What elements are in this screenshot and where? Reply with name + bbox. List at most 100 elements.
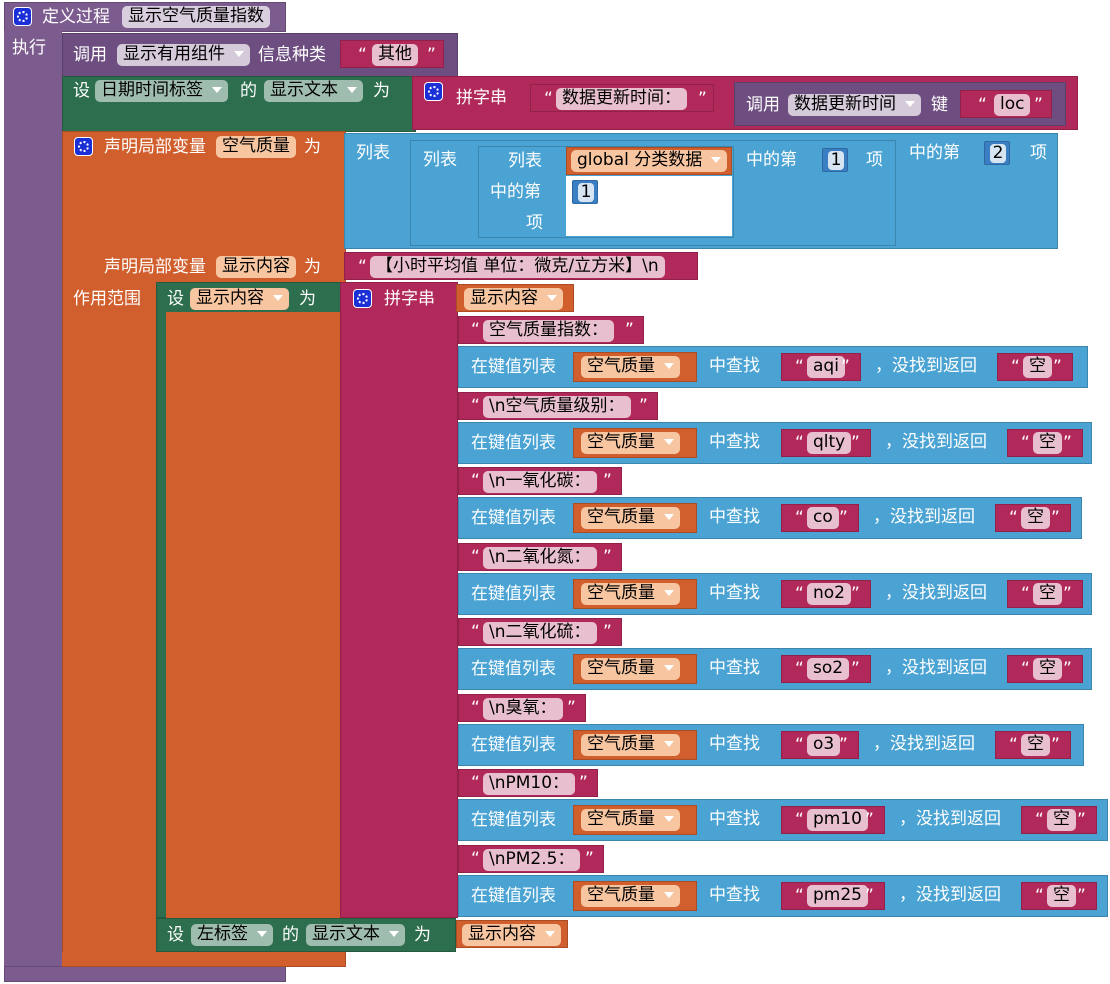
default-string-text[interactable]: 空 xyxy=(1047,884,1076,907)
inner-index-label: 中的第 xyxy=(490,182,541,202)
mid-index-value[interactable]: 1 xyxy=(828,151,844,170)
quote-close: ” xyxy=(625,320,634,340)
text-literal-block[interactable]: “\n二氧化硫： ” xyxy=(458,618,622,646)
dict-var-dropdown[interactable]: 空气质量 xyxy=(581,884,680,907)
text-literal-block[interactable]: “\n臭氧：” xyxy=(458,693,586,722)
dict-var-dropdown[interactable]: 空气质量 xyxy=(581,507,680,529)
call-time-dropdown[interactable]: 数据更新时间 xyxy=(788,94,921,116)
quote-open: “ xyxy=(978,95,987,115)
init-string-text[interactable]: 【小时平均值 单位：微克/立方米】\n xyxy=(370,256,665,278)
join-label: 拼字串 xyxy=(456,88,507,108)
text-literal-value[interactable]: \n臭氧： xyxy=(483,697,563,720)
text-literal-value[interactable]: \n空气质量级别： xyxy=(483,395,631,418)
text-literal-value[interactable]: \n二氧化硫： xyxy=(483,622,597,644)
quote-open: “ xyxy=(795,432,804,453)
dict-var-dropdown[interactable]: 空气质量 xyxy=(581,809,680,831)
global-var-dropdown[interactable]: global 分类数据 xyxy=(571,150,728,172)
final-component-dropdown[interactable]: 左标签 xyxy=(191,924,273,946)
dict-var-dropdown[interactable]: 空气质量 xyxy=(581,431,680,454)
quote-close: ” xyxy=(1063,432,1072,453)
key-string-text[interactable]: aqi xyxy=(807,356,845,378)
quote-close: ” xyxy=(851,432,860,453)
text-literal-value[interactable]: 空气质量指数： xyxy=(483,320,614,342)
procedure-gear-icon[interactable] xyxy=(13,7,32,26)
join-gear-icon[interactable] xyxy=(424,82,443,101)
quote-open: “ xyxy=(471,320,480,340)
outer-index-value[interactable]: 2 xyxy=(990,144,1006,163)
lookup-in-pairs-block[interactable]: 在键值列表 空气质量 中查找 “pm10” ，没找到返回 “空” xyxy=(458,799,1108,841)
outer-item-label: 项 xyxy=(1030,143,1047,163)
text-literal-value[interactable]: \nPM10： xyxy=(483,773,576,795)
key-string-text[interactable]: so2 xyxy=(807,658,850,680)
quote-close: ” xyxy=(1053,357,1062,377)
key-string-text[interactable]: co xyxy=(807,507,839,529)
default-string-text[interactable]: 空 xyxy=(1021,733,1050,756)
dict-var-dropdown[interactable]: 空气质量 xyxy=(581,658,680,680)
join-display-gear-icon[interactable] xyxy=(353,289,372,308)
final-value-dropdown[interactable]: 显示内容 xyxy=(462,924,561,946)
time-string-text[interactable]: 数据更新时间： xyxy=(556,88,687,110)
local-var-bottom xyxy=(62,952,344,966)
default-string-text[interactable]: 空 xyxy=(1023,356,1052,378)
key-string-text[interactable]: no2 xyxy=(807,582,851,605)
text-literal-value[interactable]: \n一氧化碳： xyxy=(483,471,597,493)
default-string-text[interactable]: 空 xyxy=(1047,809,1076,831)
list-label-mid: 列表 xyxy=(423,150,457,170)
text-literal-block[interactable]: “\n二氧化氮： ” xyxy=(458,542,622,571)
mid-item-label: 项 xyxy=(866,150,883,170)
not-found-label: ，没找到返回 xyxy=(899,809,1001,829)
quote-open: “ xyxy=(544,89,553,109)
in-list-label: 在键值列表 xyxy=(471,432,556,453)
set-property-dropdown[interactable]: 显示文本 xyxy=(264,80,363,102)
text-literal-value[interactable]: \nPM2.5： xyxy=(483,848,581,871)
set-component-dropdown[interactable]: 日期时间标签 xyxy=(95,80,228,102)
text-literal-block[interactable]: “\n一氧化碳： ” xyxy=(458,467,622,495)
text-literal-value[interactable]: \n二氧化氮： xyxy=(483,546,597,569)
call-param-text[interactable]: 其他 xyxy=(372,44,418,66)
list-label-outer: 列表 xyxy=(356,143,390,163)
lookup-in-pairs-block[interactable]: 在键值列表 空气质量 中查找 “aqi” ，没找到返回 “空” xyxy=(458,346,1088,388)
local-var-1-name[interactable]: 空气质量 xyxy=(216,136,296,158)
default-string-text[interactable]: 空 xyxy=(1033,658,1062,680)
procedure-name-field[interactable]: 显示空气质量指数 xyxy=(122,6,270,28)
mid-index-number[interactable]: 1 xyxy=(822,148,848,172)
default-string-text[interactable]: 空 xyxy=(1033,582,1062,605)
text-literal-block[interactable]: “\nPM10：” xyxy=(458,769,598,797)
text-literal-block[interactable]: “\n空气质量级别： ” xyxy=(458,391,658,420)
dict-var-dropdown[interactable]: 空气质量 xyxy=(581,582,680,605)
default-string-text[interactable]: 空 xyxy=(1033,431,1062,454)
local-to-label-1: 为 xyxy=(304,137,321,157)
of-label: 的 xyxy=(240,81,257,101)
outer-index-number[interactable]: 2 xyxy=(984,141,1010,165)
scope-var-dropdown[interactable]: 显示内容 xyxy=(190,288,289,310)
lookup-in-pairs-block[interactable]: 在键值列表 空气质量 中查找 “no2” ，没找到返回 “空” xyxy=(458,572,1092,615)
declare-label-1: 声明局部变量 xyxy=(104,137,206,157)
quote-open: “ xyxy=(1021,432,1030,453)
first-ref-dropdown[interactable]: 显示内容 xyxy=(464,288,563,310)
key-string-text[interactable]: pm10 xyxy=(807,809,868,831)
dict-var-dropdown[interactable]: 空气质量 xyxy=(581,733,680,756)
text-literal-block[interactable]: “\nPM2.5：” xyxy=(458,844,604,873)
default-string-text[interactable]: 空 xyxy=(1021,507,1050,529)
dict-var-dropdown[interactable]: 空气质量 xyxy=(581,356,680,378)
key-string-text[interactable]: loc xyxy=(994,94,1031,116)
join-display-block[interactable] xyxy=(340,282,458,918)
lookup-in-pairs-block[interactable]: 在键值列表 空气质量 中查找 “pm25” ，没找到返回 “空” xyxy=(458,874,1108,917)
find-label: 中查找 xyxy=(709,733,760,754)
list-label-inner: 列表 xyxy=(508,151,542,171)
local-gear-icon[interactable] xyxy=(74,137,93,156)
key-string-text[interactable]: o3 xyxy=(807,733,841,756)
quote-close: ” xyxy=(603,471,612,491)
lookup-in-pairs-block[interactable]: 在键值列表 空气质量 中查找 “co” ，没找到返回 “空” xyxy=(458,497,1082,539)
lookup-in-pairs-block[interactable]: 在键值列表 空气质量 中查找 “so2” ，没找到返回 “空” xyxy=(458,648,1092,690)
text-literal-block[interactable]: “空气质量指数： ” xyxy=(458,316,644,344)
local-var-2-name[interactable]: 显示内容 xyxy=(216,256,296,278)
key-string-text[interactable]: qlty xyxy=(807,431,852,454)
lookup-in-pairs-block[interactable]: 在键值列表 空气质量 中查找 “o3” ，没找到返回 “空” xyxy=(458,723,1084,766)
lookup-in-pairs-block[interactable]: 在键值列表 空气质量 中查找 “qlty” ，没找到返回 “空” xyxy=(458,421,1092,464)
call-proc-dropdown[interactable]: 显示有用组件 xyxy=(117,44,250,66)
key-string-text[interactable]: pm25 xyxy=(807,884,868,907)
final-property-dropdown[interactable]: 显示文本 xyxy=(306,924,405,946)
inner-index-value[interactable]: 1 xyxy=(578,183,594,202)
inner-index-number[interactable]: 1 xyxy=(572,180,598,204)
